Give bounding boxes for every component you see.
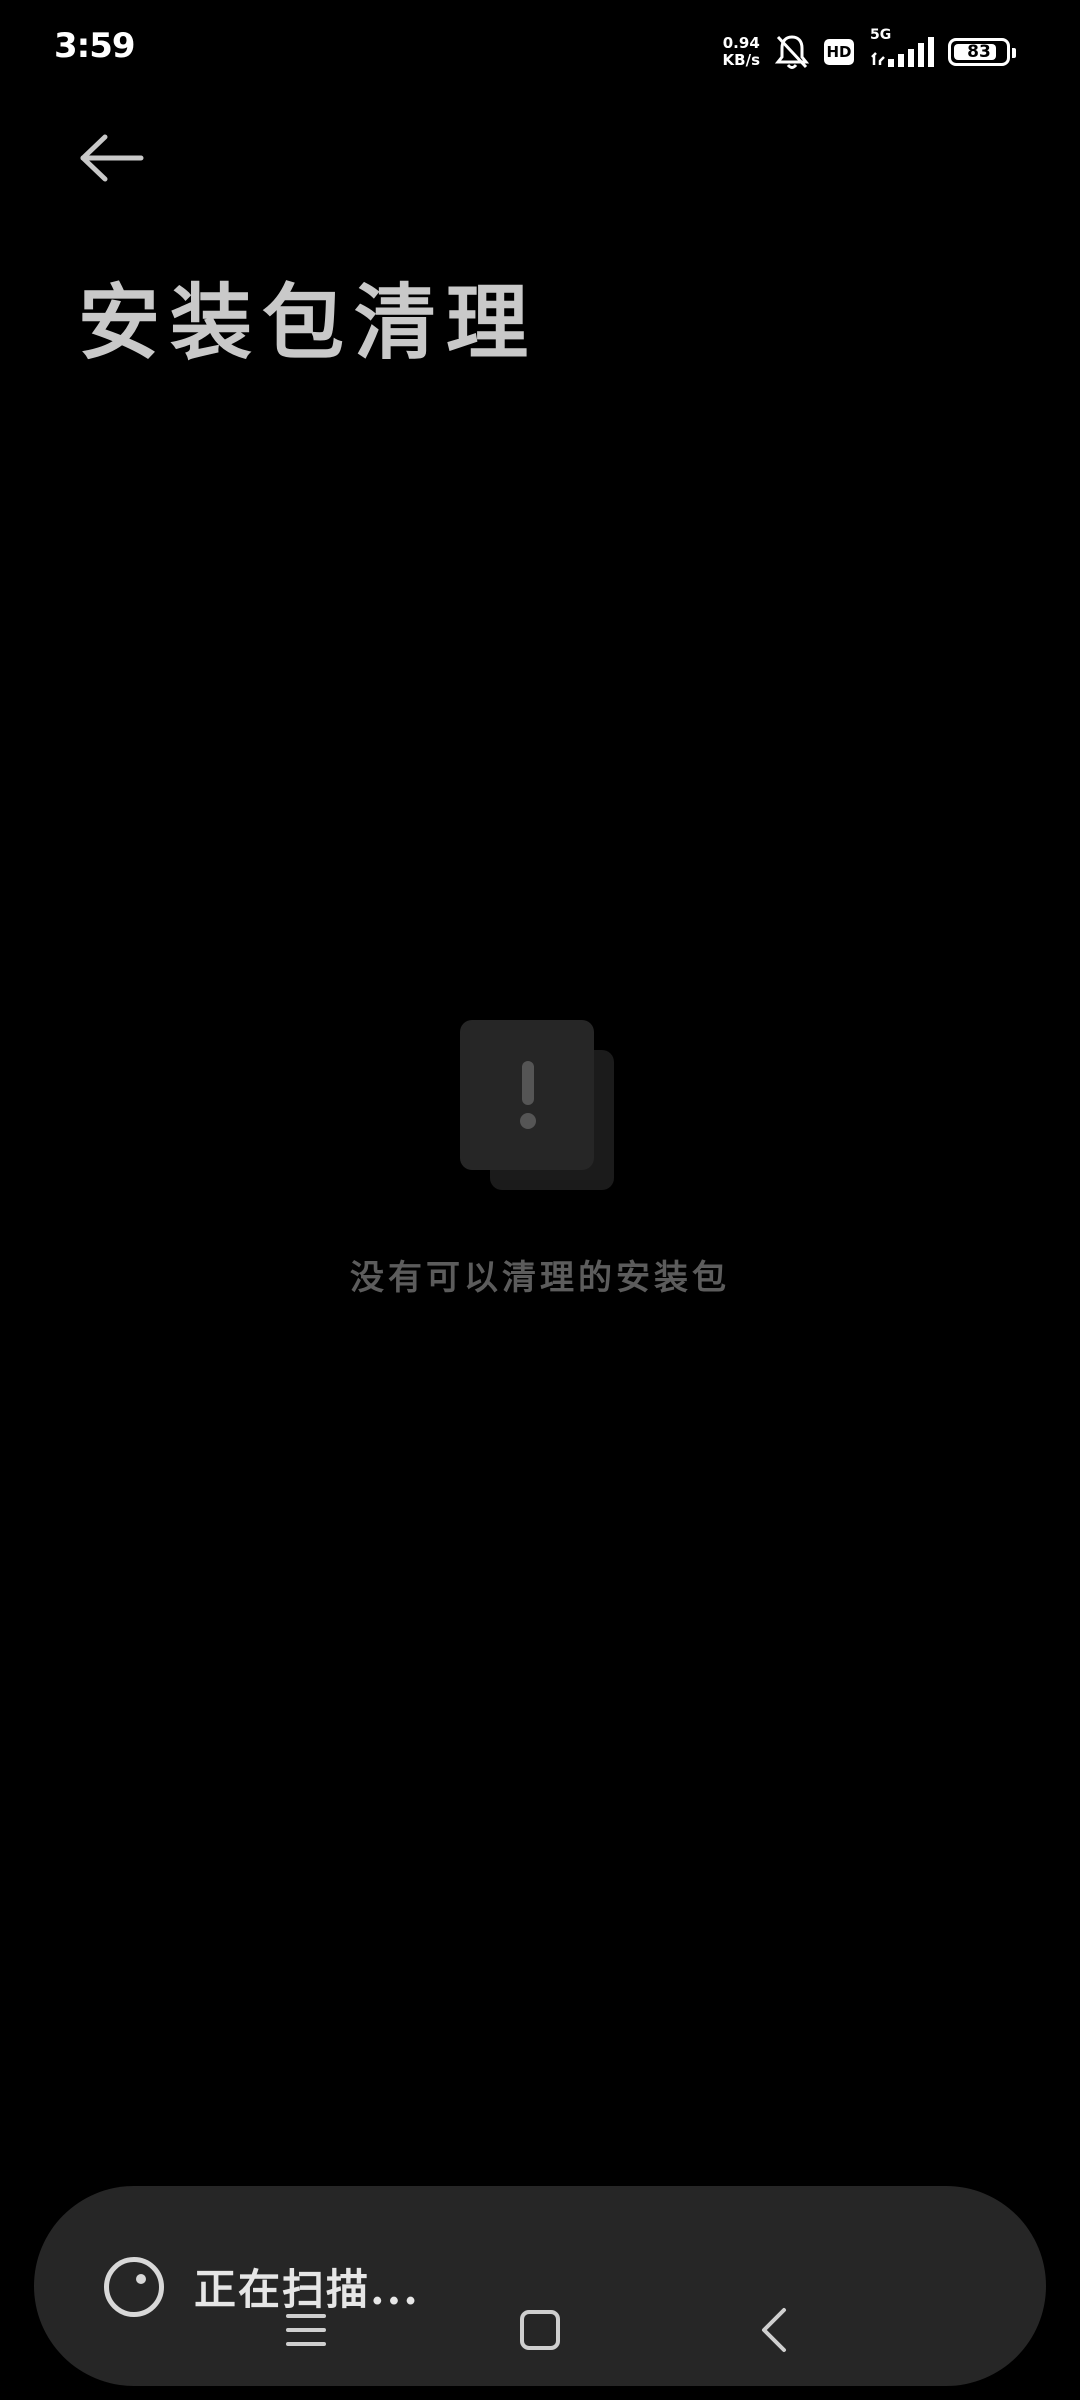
nav-back-button[interactable] bbox=[744, 2306, 804, 2354]
back-arrow-icon bbox=[80, 134, 144, 182]
network-speed-unit: KB/s bbox=[722, 51, 760, 69]
exclamation-icon bbox=[520, 1061, 536, 1129]
empty-document-icon bbox=[460, 1020, 620, 1192]
battery-tip bbox=[1012, 48, 1016, 58]
battery-level: 83 bbox=[967, 42, 991, 62]
empty-state: 没有可以清理的安装包 bbox=[0, 1020, 1080, 1299]
nav-home-button[interactable] bbox=[510, 2306, 570, 2354]
battery-icon: 83 bbox=[948, 38, 1016, 66]
signal-5g-icon: 5G bbox=[868, 27, 934, 69]
navigation-bar bbox=[0, 2300, 1080, 2360]
page-title: 安装包清理 bbox=[78, 275, 539, 371]
network-speed: 0.94 KB/s bbox=[723, 35, 760, 69]
home-icon bbox=[520, 2310, 560, 2350]
back-button[interactable] bbox=[70, 126, 154, 190]
status-time: 3:59 bbox=[54, 26, 136, 66]
network-type: 5G bbox=[870, 27, 892, 43]
menu-icon bbox=[286, 2314, 326, 2346]
status-bar: 3:59 0.94 KB/s HD 5G 83 bbox=[0, 0, 1080, 100]
back-icon bbox=[762, 2308, 786, 2352]
bell-muted-icon bbox=[774, 33, 810, 71]
status-icons: 0.94 KB/s HD 5G 83 bbox=[723, 27, 1016, 74]
nav-menu-button[interactable] bbox=[276, 2306, 336, 2354]
empty-icon-front-card bbox=[460, 1020, 594, 1170]
network-speed-value: 0.94 bbox=[722, 34, 760, 52]
empty-message: 没有可以清理的安装包 bbox=[350, 1258, 730, 1298]
hd-icon: HD bbox=[824, 39, 854, 65]
